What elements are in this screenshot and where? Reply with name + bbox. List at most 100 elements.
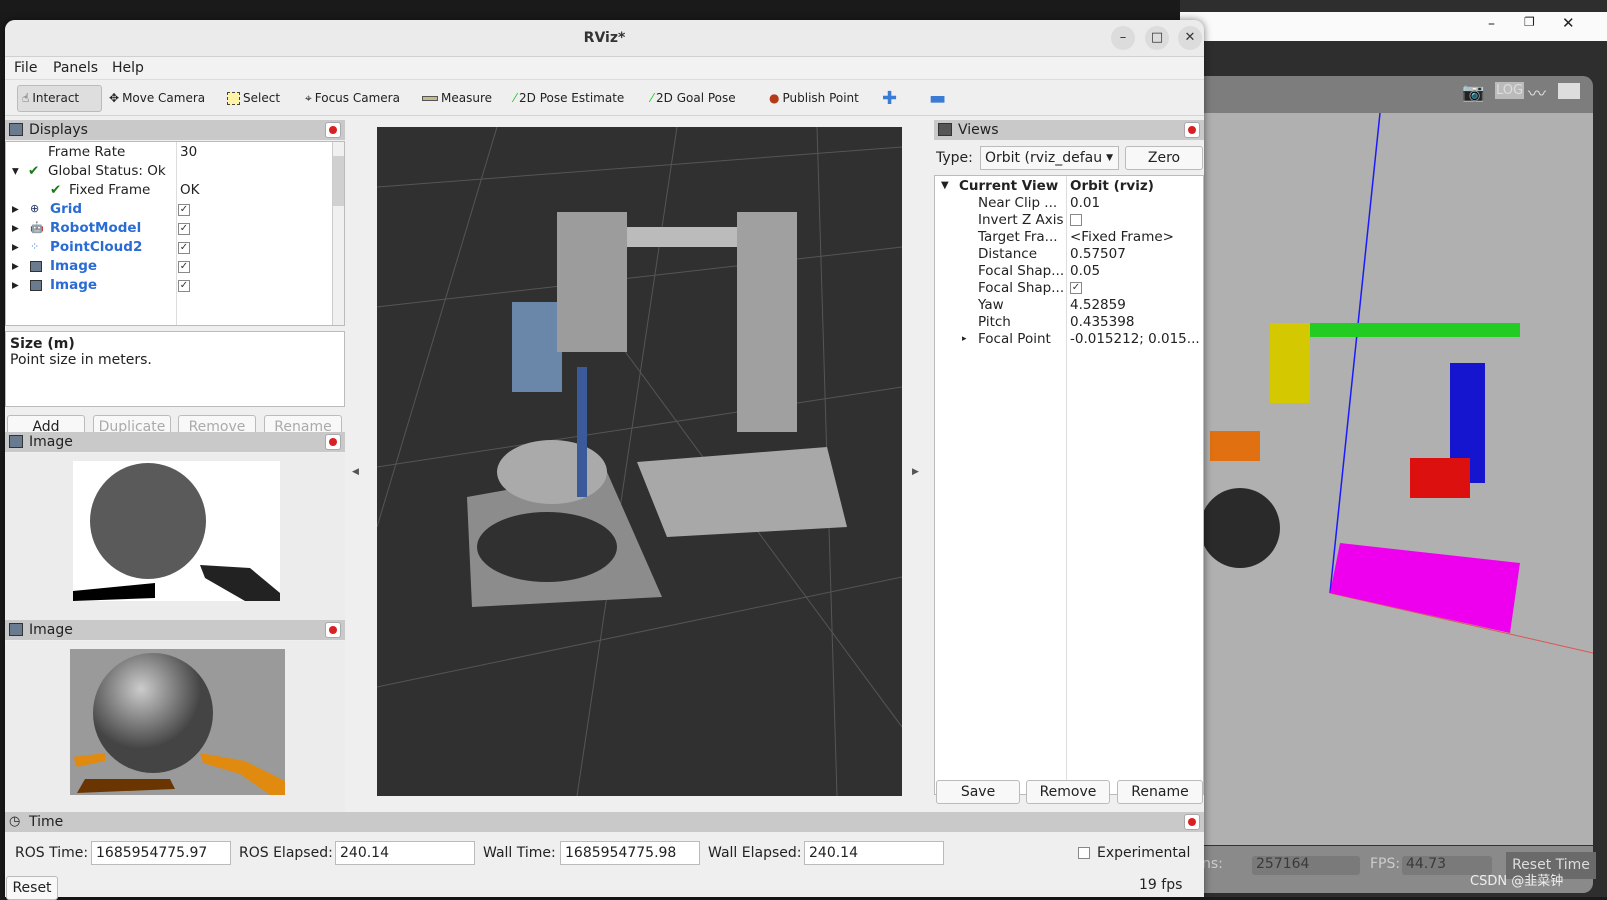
prop-invert-z[interactable]: Invert Z Axis (978, 211, 1064, 229)
displays-tree: Frame Rate 30 ▾ ✔ Global Status: Ok ✔ Fi… (5, 141, 345, 326)
menu-help[interactable]: Help (112, 60, 144, 76)
tool-measure[interactable]: Measure (418, 85, 496, 112)
collapse-right-arrow[interactable]: ▶ (912, 467, 919, 477)
add-tool-button[interactable]: ✚ (878, 85, 901, 112)
experimental-checkbox[interactable] (1078, 847, 1090, 859)
tool-label: Interact (32, 91, 80, 105)
expand-icon[interactable]: ▸ (12, 276, 19, 294)
row-frame-rate[interactable]: Frame Rate (48, 143, 125, 161)
reset-button[interactable]: Reset (6, 876, 58, 900)
close-panel-button[interactable] (325, 434, 341, 450)
collapse-left-arrow[interactable]: ◀ (352, 467, 359, 477)
expand-icon[interactable]: ▸ (12, 238, 19, 256)
tool-label: Publish Point (782, 91, 859, 105)
tool-bar: ☝ Interact ✥ Move Camera Select ⌖ Focus Cam… (5, 80, 1204, 116)
prop-focal-shape-fixed[interactable]: Focal Shap... (978, 279, 1064, 297)
close-button[interactable]: ✕ (1178, 26, 1202, 50)
remove-view-button[interactable]: Remove (1026, 780, 1110, 804)
window-title: RViz* (583, 30, 626, 46)
row-fixed-frame[interactable]: Fixed Frame (69, 181, 150, 199)
maximize-button[interactable]: □ (1145, 26, 1169, 50)
prop-pitch[interactable]: Pitch (978, 313, 1011, 331)
panel-title: Image (29, 622, 73, 638)
ros-elapsed-field[interactable]: 240.14 (335, 841, 475, 865)
3d-viewport[interactable] (376, 126, 903, 797)
video-icon[interactable] (1558, 83, 1580, 99)
focal-point-value[interactable]: -0.015212; 0.015... (1070, 330, 1200, 348)
monitor-icon (9, 123, 23, 136)
camera-icon[interactable]: 📷 (1462, 82, 1484, 103)
panel-title: Displays (29, 122, 88, 138)
scrollbar[interactable] (332, 142, 344, 325)
view-type-dropdown[interactable]: Orbit (rviz_defau ▼ (980, 146, 1119, 170)
expand-icon[interactable]: ▸ (962, 330, 967, 348)
robotmodel-checkbox[interactable]: ✓ (178, 223, 190, 235)
yaw-value[interactable]: 4.52859 (1070, 296, 1126, 314)
wall-elapsed-field[interactable]: 240.14 (804, 841, 944, 865)
pointcloud-icon: ⁘ (30, 240, 40, 253)
current-view-row[interactable]: Current View (959, 177, 1058, 195)
prop-yaw[interactable]: Yaw (978, 296, 1004, 314)
close-panel-button[interactable] (325, 622, 341, 638)
focal-shape-checkbox[interactable]: ✓ (1070, 282, 1082, 294)
rename-view-button[interactable]: Rename (1117, 780, 1203, 804)
row-grid[interactable]: Grid (50, 200, 82, 218)
distance-value[interactable]: 0.57507 (1070, 245, 1126, 263)
expand-icon[interactable]: ▸ (12, 200, 19, 218)
row-robotmodel[interactable]: RobotModel (50, 219, 141, 237)
close-panel-button[interactable] (1184, 814, 1200, 830)
log-icon[interactable]: LOG (1495, 82, 1525, 99)
tool-publish-point[interactable]: ● Publish Point (765, 85, 863, 112)
frame-rate-value[interactable]: 30 (180, 143, 197, 161)
row-image[interactable]: Image (50, 276, 97, 294)
invert-z-checkbox[interactable] (1070, 214, 1082, 226)
pitch-value[interactable]: 0.435398 (1070, 313, 1134, 331)
minimize-button[interactable]: – (1111, 26, 1135, 50)
view-type-value: Orbit (rviz_defau (985, 150, 1103, 166)
ros-time-field[interactable]: 1685954775.97 (91, 841, 231, 865)
tool-move-camera[interactable]: ✥ Move Camera (105, 85, 209, 112)
prop-near-clip[interactable]: Near Clip ... (978, 194, 1057, 212)
menu-file[interactable]: File (14, 60, 37, 76)
row-global-status[interactable]: Global Status: Ok (48, 162, 166, 180)
prop-distance[interactable]: Distance (978, 245, 1037, 263)
tool-label: Select (243, 91, 281, 105)
focal-shape-size-value[interactable]: 0.05 (1070, 262, 1100, 280)
tool-interact[interactable]: ☝ Interact (17, 85, 102, 112)
expand-icon[interactable]: ▸ (12, 257, 19, 275)
prop-focal-shape-size[interactable]: Focal Shap... (978, 262, 1064, 280)
ruler-icon (422, 96, 438, 101)
tool-select[interactable]: Select (223, 85, 284, 112)
minimize-icon[interactable]: – (1488, 16, 1495, 32)
expand-icon[interactable]: ▼ (941, 177, 949, 195)
tool-2d-pose-estimate[interactable]: ⁄ 2D Pose Estimate (510, 85, 628, 112)
prop-target-frame[interactable]: Target Fra... (978, 228, 1058, 246)
remove-tool-button[interactable]: ▬ (925, 85, 950, 112)
save-view-button[interactable]: Save (936, 780, 1020, 804)
pointcloud2-checkbox[interactable]: ✓ (178, 242, 190, 254)
image-icon (9, 623, 23, 636)
row-pointcloud2[interactable]: PointCloud2 (50, 238, 142, 256)
target-frame-value[interactable]: <Fixed Frame> (1070, 228, 1174, 246)
row-image[interactable]: Image (50, 257, 97, 275)
plot-icon[interactable]: 〰 (1528, 80, 1546, 106)
property-description: Size (m) Point size in meters. (5, 331, 345, 407)
menu-panels[interactable]: Panels (53, 60, 98, 76)
image-checkbox[interactable]: ✓ (178, 280, 190, 292)
close-panel-button[interactable] (1184, 122, 1200, 138)
description-text: Point size in meters. (10, 352, 152, 368)
tool-2d-goal-pose[interactable]: ⁄ 2D Goal Pose (647, 85, 740, 112)
expand-icon[interactable]: ▸ (12, 219, 19, 237)
near-clip-value[interactable]: 0.01 (1070, 194, 1100, 212)
zero-button[interactable]: Zero (1125, 146, 1203, 170)
tool-focus-camera[interactable]: ⌖ Focus Camera (301, 85, 404, 112)
wall-time-field[interactable]: 1685954775.98 (560, 841, 700, 865)
expand-icon[interactable]: ▾ (12, 162, 19, 180)
close-icon[interactable]: ✕ (1562, 14, 1575, 32)
prop-focal-point[interactable]: Focal Point (978, 330, 1051, 348)
restore-icon[interactable]: ❐ (1524, 15, 1535, 29)
clock-icon: ◷ (9, 814, 21, 829)
image-checkbox[interactable]: ✓ (178, 261, 190, 273)
grid-checkbox[interactable]: ✓ (178, 204, 190, 216)
close-panel-button[interactable] (325, 122, 341, 138)
